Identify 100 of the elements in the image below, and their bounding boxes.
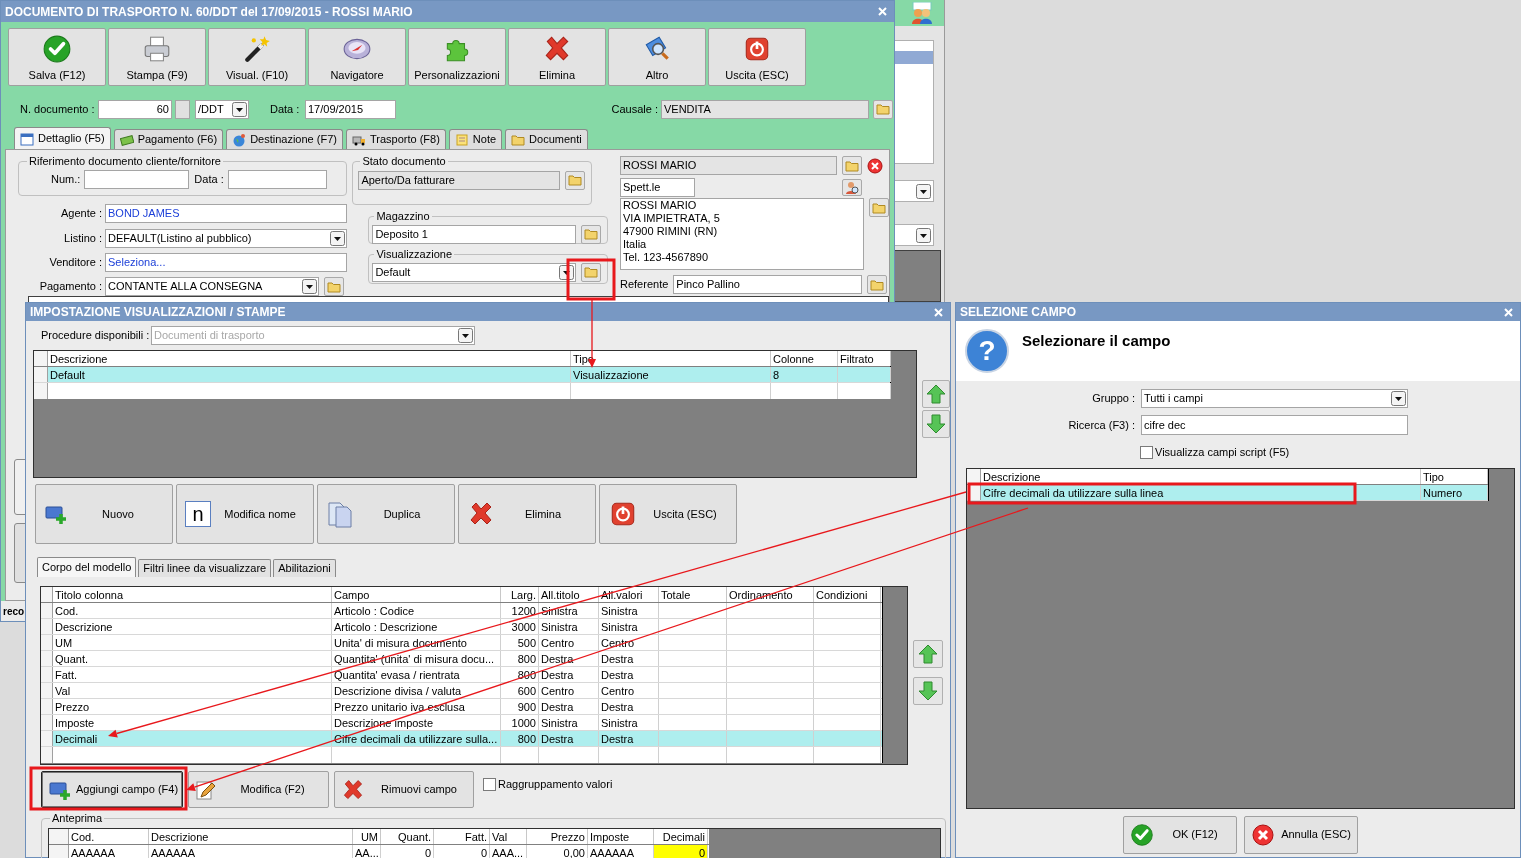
dropdown[interactable]: DEFAULT(Listino al pubblico) bbox=[105, 229, 347, 248]
column-header[interactable]: Condizioni bbox=[814, 587, 881, 602]
column-header[interactable]: Titolo colonna bbox=[53, 587, 332, 602]
field-label: Data : bbox=[270, 101, 301, 117]
close-button[interactable] bbox=[932, 306, 944, 318]
move-up-button[interactable] bbox=[922, 380, 950, 408]
checkbox[interactable] bbox=[483, 777, 496, 791]
tab[interactable]: Corpo del modello bbox=[37, 557, 137, 577]
toolbar-button[interactable]: Uscita (ESC) bbox=[708, 28, 806, 86]
dialog-button[interactable]: OK (F12) bbox=[1123, 815, 1237, 854]
text-field[interactable]: Pinco Pallino bbox=[673, 275, 863, 294]
dropdown[interactable]: /DDT bbox=[195, 99, 249, 119]
action-button[interactable]: Duplica bbox=[317, 484, 455, 544]
table-row[interactable]: Prezzo Prezzo unitario iva esclusa 900 Destra Destra bbox=[41, 699, 882, 715]
column-header[interactable]: Imposte bbox=[588, 828, 654, 844]
tab[interactable]: Trasporto (F8) bbox=[345, 129, 446, 149]
tab[interactable]: Dettaglio (F5) bbox=[14, 127, 111, 149]
column-header[interactable]: Fatt. bbox=[434, 828, 490, 844]
tab[interactable]: Abilitazioni bbox=[273, 559, 336, 577]
toolbar-button[interactable]: Navigatore bbox=[308, 28, 406, 86]
table-row[interactable]: Imposte Descrizione imposte 1000 Sinistra Sinistra bbox=[41, 715, 882, 731]
folder-button[interactable] bbox=[869, 198, 889, 217]
contact-search-button[interactable] bbox=[842, 179, 862, 196]
column-header[interactable]: All.valori bbox=[599, 587, 659, 602]
move-down-button[interactable] bbox=[922, 410, 950, 438]
folder-button[interactable] bbox=[565, 170, 586, 190]
text-field[interactable]: VENDITA bbox=[661, 99, 869, 119]
delete-button[interactable] bbox=[867, 157, 883, 174]
column-header[interactable]: Decimali bbox=[654, 828, 708, 844]
action-button[interactable]: Uscita (ESC) bbox=[599, 484, 737, 544]
column-header[interactable]: Cod. bbox=[69, 828, 149, 844]
checkbox[interactable] bbox=[1140, 445, 1153, 459]
close-button[interactable] bbox=[1502, 306, 1514, 318]
move-up-button[interactable] bbox=[913, 640, 943, 668]
address-box[interactable]: ROSSI MARIO VIA IMPIETRATA, 5 47900 RIMINI (RN) Italia Tel. 123-4567890 bbox=[620, 198, 864, 270]
toolbar-button[interactable]: Personalizzazioni bbox=[408, 28, 506, 86]
folder-button[interactable] bbox=[873, 99, 893, 119]
dropdown[interactable]: Default bbox=[372, 262, 577, 282]
dropdown[interactable] bbox=[894, 180, 934, 202]
table-cell: Sinistra bbox=[599, 603, 659, 618]
action-button[interactable]: Elimina bbox=[458, 484, 596, 544]
toolbar-button[interactable]: Altro bbox=[608, 28, 706, 86]
text-field[interactable]: 17/09/2015 bbox=[305, 99, 396, 119]
table-row[interactable]: Cod. Articolo : Codice 1200 Sinistra Sinistra bbox=[41, 603, 882, 619]
text-field[interactable]: BOND JAMES bbox=[105, 204, 347, 223]
column-header[interactable]: Campo bbox=[332, 587, 501, 602]
column-header[interactable]: Filtrato bbox=[838, 351, 891, 366]
folder-button[interactable] bbox=[581, 262, 602, 282]
close-button[interactable] bbox=[876, 5, 888, 18]
tab[interactable]: Documenti bbox=[505, 129, 588, 149]
toolbar-button[interactable]: Stampa (F9) bbox=[108, 28, 206, 86]
table-row[interactable]: Descrizione Articolo : Descrizione 3000 Sinistra Sinistra bbox=[41, 619, 882, 635]
tab[interactable]: Filtri linee da visualizzare bbox=[138, 559, 272, 577]
dropdown[interactable] bbox=[894, 224, 934, 246]
text-field[interactable]: Seleziona... bbox=[105, 253, 347, 272]
column-header[interactable]: Tipo bbox=[1421, 468, 1488, 484]
toolbar-button[interactable]: Visual. (F10) bbox=[208, 28, 306, 86]
action-button[interactable]: Modifica (F2) bbox=[188, 771, 329, 808]
text-field[interactable]: 60 bbox=[98, 99, 172, 119]
dropdown[interactable]: Tutti i campi bbox=[1141, 389, 1408, 408]
column-header[interactable]: UM bbox=[353, 828, 381, 844]
text-field[interactable] bbox=[227, 169, 327, 189]
column-header[interactable]: Larg. bbox=[501, 587, 539, 602]
toolbar-button[interactable]: Salva (F12) bbox=[8, 28, 106, 86]
text-field[interactable] bbox=[84, 169, 190, 189]
column-header[interactable]: Quant. bbox=[381, 828, 434, 844]
move-down-button[interactable] bbox=[913, 677, 943, 705]
text-field[interactable]: cifre dec bbox=[1141, 415, 1408, 435]
dialog-button[interactable]: Annulla (ESC) bbox=[1244, 815, 1358, 854]
column-header[interactable]: Descrizione bbox=[149, 828, 353, 844]
folder-button[interactable] bbox=[324, 277, 344, 296]
toolbar-button[interactable]: Elimina bbox=[508, 28, 606, 86]
small-button[interactable] bbox=[175, 99, 190, 119]
text-field[interactable]: ROSSI MARIO bbox=[620, 156, 837, 175]
column-header[interactable]: Prezzo bbox=[527, 828, 588, 844]
column-header[interactable]: Descrizione bbox=[48, 351, 571, 366]
folder-button[interactable] bbox=[867, 275, 888, 294]
text-field[interactable]: Aperto/Da fatturare bbox=[358, 170, 561, 190]
arrow-up-icon bbox=[925, 383, 947, 405]
action-button[interactable]: Aggiungi campo (F4) bbox=[41, 771, 183, 808]
table-row[interactable]: Default Visualizzazione 8 bbox=[34, 367, 890, 383]
action-button[interactable]: n Modifica nome bbox=[176, 484, 314, 544]
column-header[interactable]: Val bbox=[490, 828, 527, 844]
table-row[interactable]: Val Descrizione divisa / valuta 600 Centro Centro bbox=[41, 683, 882, 699]
table-row[interactable]: Quant. Quantita' (unita' di misura docu... 800 Destra Destra bbox=[41, 651, 882, 667]
folder-button[interactable] bbox=[581, 224, 602, 244]
column-header[interactable]: Descrizione bbox=[981, 468, 1421, 484]
table-row[interactable]: Decimali Cifre decimali da utilizzare sulla... 800 Destra Destra bbox=[41, 731, 882, 747]
text-field[interactable]: Spett.le bbox=[620, 178, 695, 197]
dropdown[interactable]: CONTANTE ALLA CONSEGNA bbox=[105, 277, 319, 296]
column-header[interactable]: Totale bbox=[659, 587, 727, 602]
list-box[interactable] bbox=[894, 40, 934, 164]
tab[interactable]: Note bbox=[448, 129, 503, 149]
action-button[interactable]: Nuovo bbox=[35, 484, 173, 544]
action-button[interactable]: Rimuovi campo bbox=[334, 771, 474, 808]
text-field[interactable]: Deposito 1 bbox=[372, 224, 577, 244]
tab[interactable]: Pagamento (F6) bbox=[113, 129, 224, 149]
tab[interactable]: Destinazione (F7) bbox=[226, 129, 343, 149]
column-header[interactable]: Colonne bbox=[771, 351, 838, 366]
column-header[interactable]: All.titolo bbox=[539, 587, 599, 602]
